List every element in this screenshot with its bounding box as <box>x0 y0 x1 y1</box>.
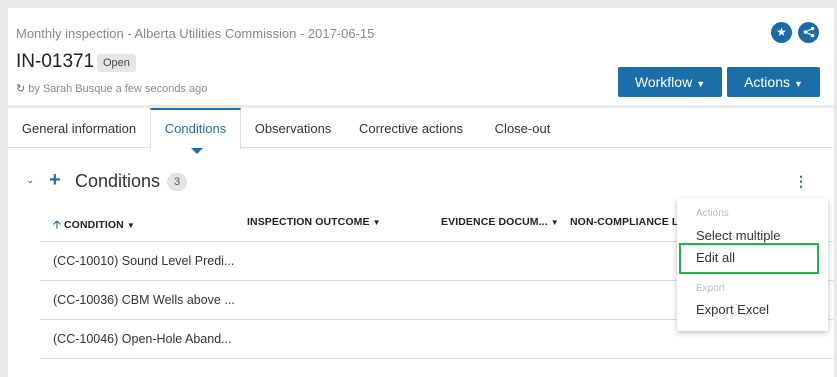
tab-close-out[interactable]: Close-out <box>480 108 565 148</box>
export-excel-menu-item[interactable]: Export Excel <box>696 302 769 317</box>
collapse-chevron-icon[interactable]: ⌄ <box>26 175 34 186</box>
last-modified-byline: ↻ by Sarah Busque a few seconds ago <box>16 82 207 95</box>
tab-conditions[interactable]: Conditions <box>150 108 241 149</box>
more-options-icon[interactable]: ⋮ <box>794 173 808 189</box>
active-tab-pointer <box>191 148 203 154</box>
breadcrumb <box>0 0 837 8</box>
tab-observations[interactable]: Observations <box>243 108 343 148</box>
column-header-non-compliance[interactable]: NON-COMPLIANCE L <box>570 216 678 228</box>
column-header-condition[interactable]: 🡡 CONDITION ▼ <box>53 216 135 235</box>
tab-corrective-actions[interactable]: Corrective actions <box>346 108 476 148</box>
table-row[interactable]: (CC-10010) Sound Level Predi... <box>53 254 234 268</box>
tab-bar: General information Conditions Observati… <box>8 108 834 149</box>
dropdown-icon: ▼ <box>126 221 135 230</box>
workflow-button[interactable]: Workflow ▼ <box>618 67 722 97</box>
byline-text: by Sarah Busque a few seconds ago <box>28 83 208 95</box>
share-glyph <box>803 26 814 38</box>
tab-general-information[interactable]: General information <box>8 108 150 148</box>
column-label: INSPECTION OUTCOME <box>247 216 370 228</box>
column-label: NON-COMPLIANCE L <box>570 216 679 228</box>
table-row[interactable]: (CC-10046) Open-Hole Aband... <box>53 332 232 346</box>
star-icon[interactable]: ★ <box>771 22 792 43</box>
column-label: EVIDENCE DOCUM... <box>441 216 548 228</box>
more-options-menu: Actions Select multiple Edit all Export … <box>677 198 828 331</box>
menu-section-export: Export <box>696 283 725 294</box>
record-id: IN-01371 <box>16 51 95 72</box>
conditions-count-badge: 3 <box>167 173 187 191</box>
add-condition-icon[interactable]: + <box>49 169 61 192</box>
refresh-icon: ↻ <box>16 83 26 95</box>
content-panel: General information Conditions Observati… <box>8 108 834 377</box>
column-header-inspection-outcome[interactable]: INSPECTION OUTCOME ▼ <box>247 216 381 228</box>
caret-down-icon: ▼ <box>794 79 803 89</box>
actions-label: Actions <box>744 74 790 90</box>
column-header-evidence-document[interactable]: EVIDENCE DOCUM... ▼ <box>441 216 559 228</box>
actions-button[interactable]: Actions ▼ <box>727 67 820 97</box>
row-divider <box>40 358 834 359</box>
dropdown-icon: ▼ <box>550 218 559 227</box>
status-badge: Open <box>97 54 136 72</box>
section-title: Conditions <box>75 171 161 191</box>
workflow-label: Workflow <box>634 74 693 90</box>
menu-section-actions: Actions <box>696 208 729 219</box>
record-header: Monthly inspection - Alberta Utilities C… <box>8 8 834 105</box>
caret-down-icon: ▼ <box>696 79 706 89</box>
sort-ascending-icon: 🡡 <box>53 219 61 231</box>
dropdown-icon: ▼ <box>372 218 381 227</box>
share-icon[interactable] <box>798 22 819 43</box>
record-subtitle: Monthly inspection - Alberta Utilities C… <box>16 26 375 41</box>
edit-all-menu-item[interactable]: Edit all <box>679 243 819 274</box>
select-multiple-menu-item[interactable]: Select multiple <box>696 228 781 243</box>
column-label: CONDITION <box>64 219 124 231</box>
table-row[interactable]: (CC-10036) CBM Wells above ... <box>53 293 235 307</box>
